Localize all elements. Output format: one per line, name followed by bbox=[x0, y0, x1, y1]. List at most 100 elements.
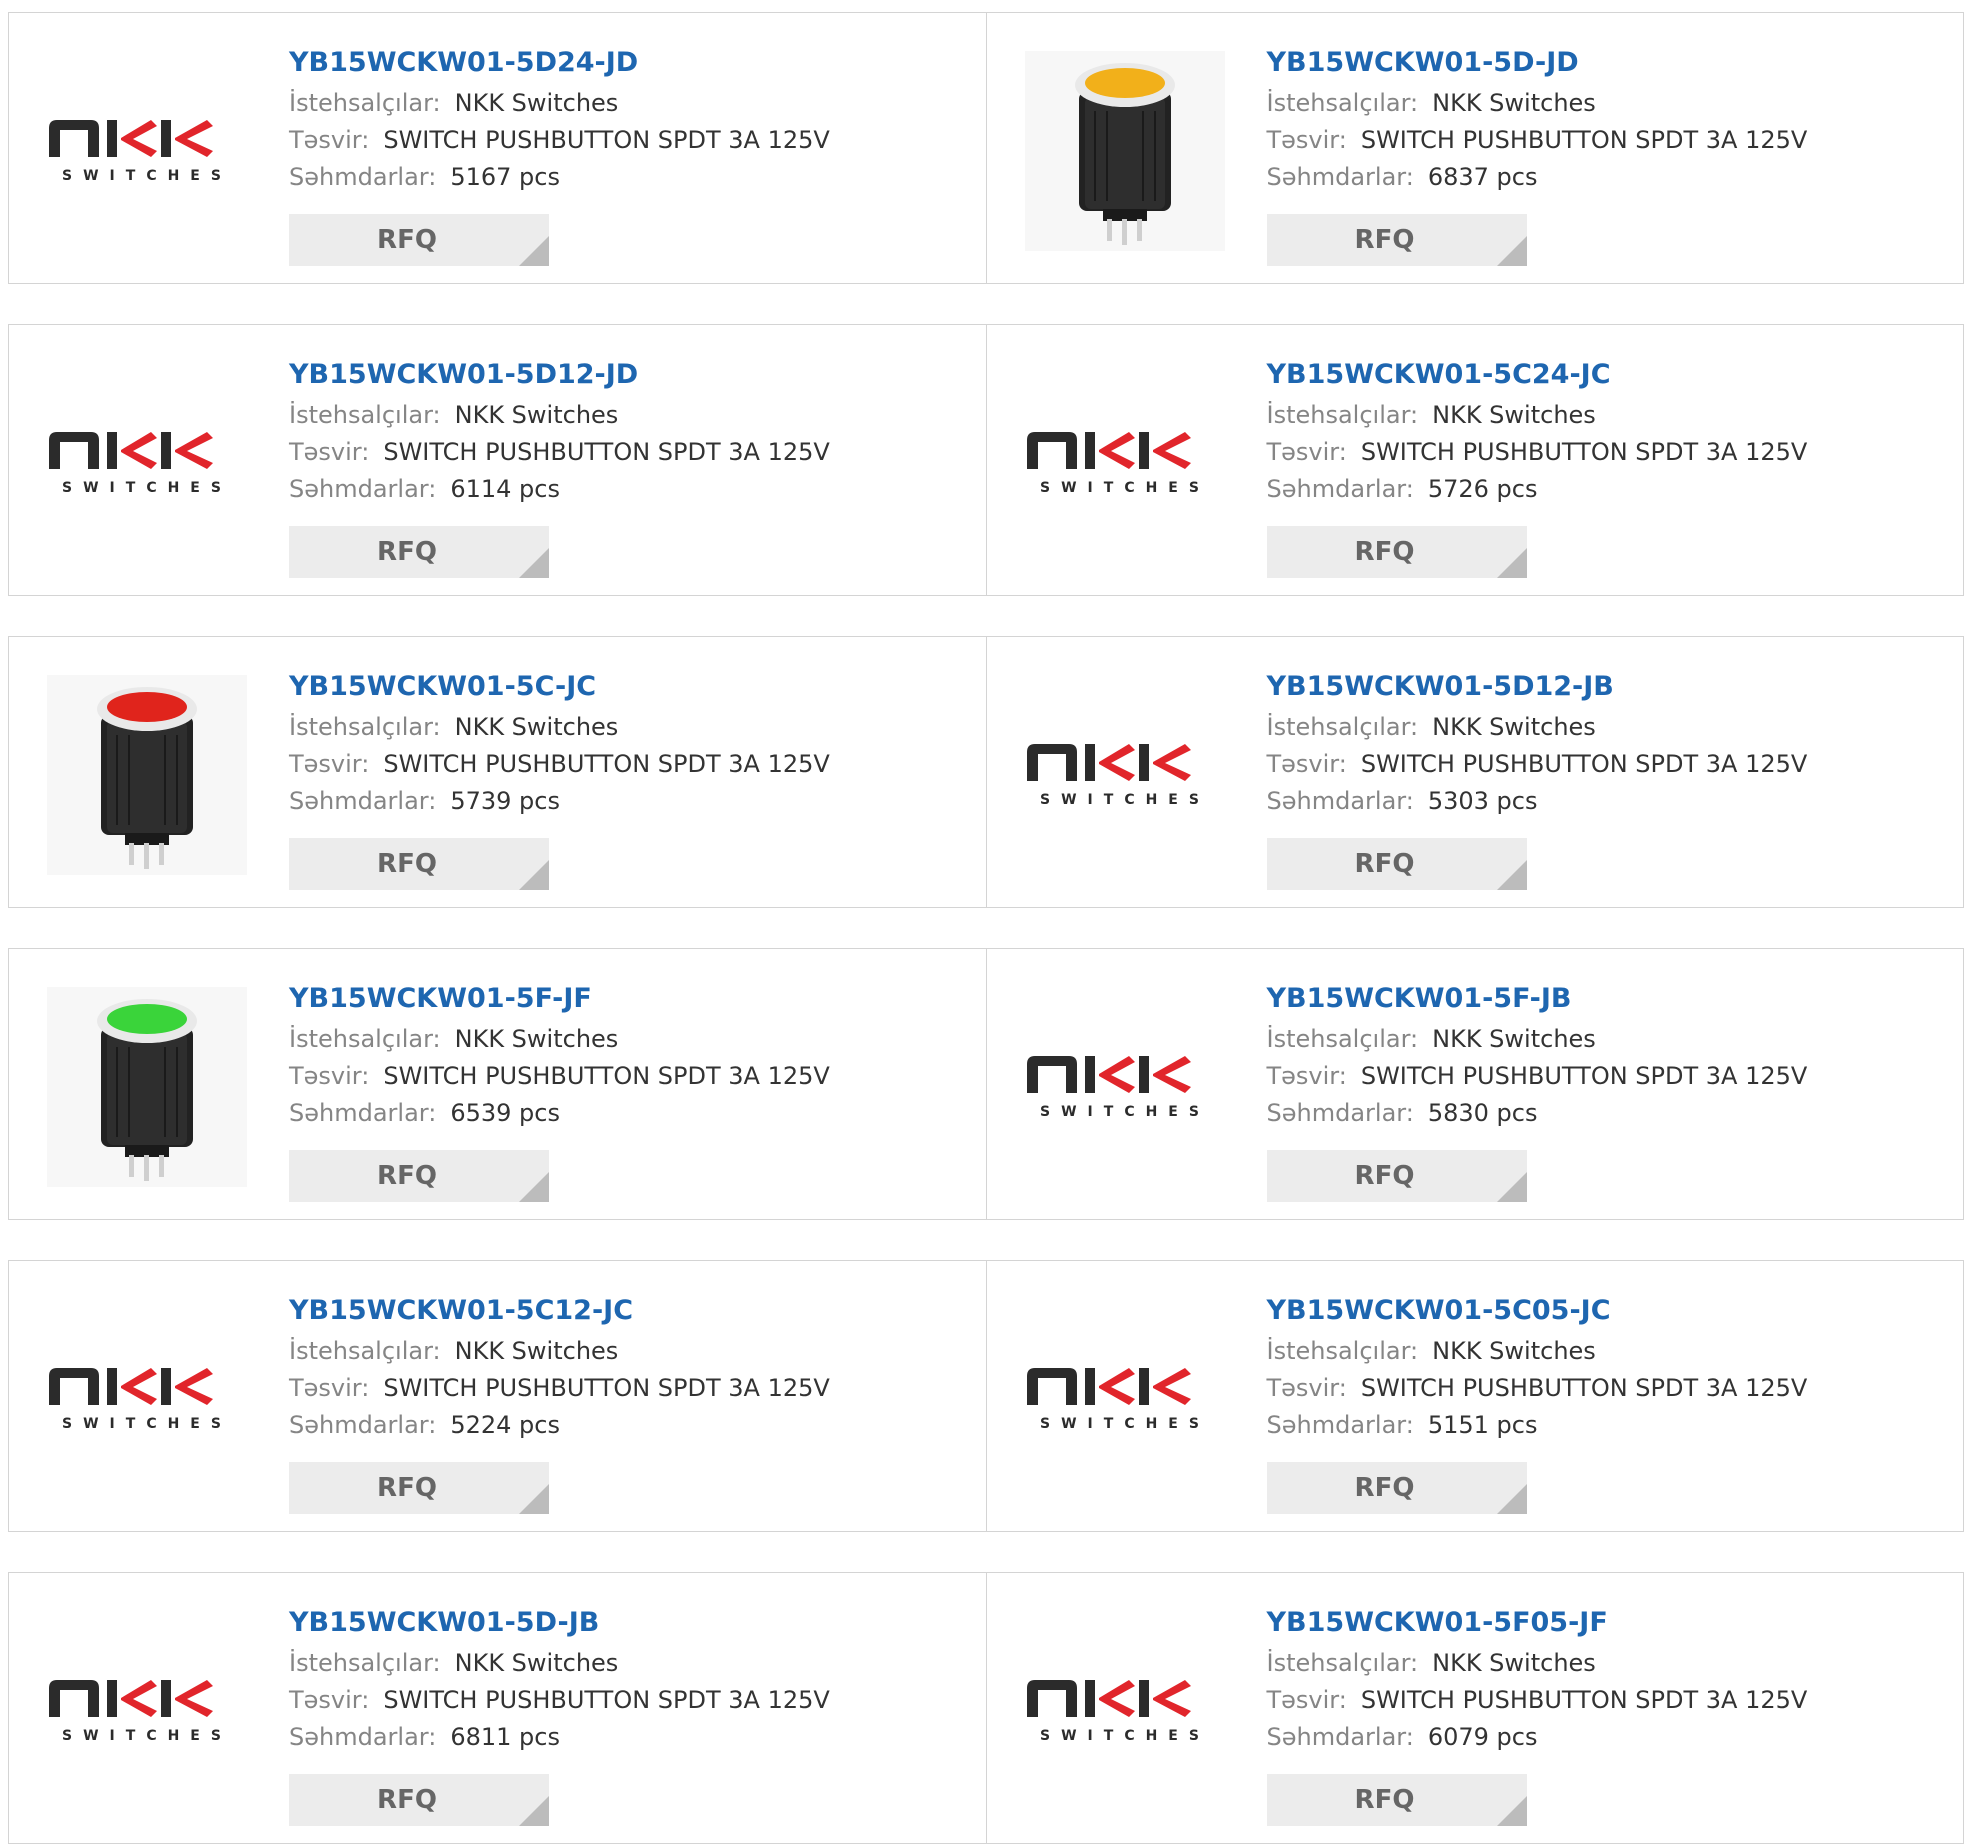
manufacturer-row: İstehsalçılar: NKK Switches bbox=[1267, 85, 1808, 122]
nkk-switches-logo[interactable]: SWITCHES bbox=[47, 51, 247, 251]
description-row: Təsvir: SWITCH PUSHBUTTON SPDT 3A 125V bbox=[1267, 122, 1808, 159]
product-card: YB15WCKW01-5D-JD İstehsalçılar: NKK Switc… bbox=[986, 12, 1964, 284]
product-card: SWITCHES YB15WCKW01-5F05-JF İstehsalçıla… bbox=[986, 1572, 1964, 1844]
product-part-number-link[interactable]: YB15WCKW01-5D-JB bbox=[289, 1601, 830, 1645]
product-row: SWITCHES YB15WCKW01-5D24-JD İstehsalçıla… bbox=[8, 12, 1964, 284]
corner-triangle-icon bbox=[1496, 548, 1527, 578]
product-part-number-link[interactable]: YB15WCKW01-5F05-JF bbox=[1267, 1601, 1808, 1645]
product-part-number-link[interactable]: YB15WCKW01-5C24-JC bbox=[1267, 353, 1808, 397]
description-row: Təsvir: SWITCH PUSHBUTTON SPDT 3A 125V bbox=[289, 1370, 830, 1407]
product-image[interactable] bbox=[47, 987, 247, 1187]
manufacturer-row: İstehsalçılar: NKK Switches bbox=[289, 85, 830, 122]
pushbutton-graphic bbox=[47, 987, 247, 1187]
description-value: SWITCH PUSHBUTTON SPDT 3A 125V bbox=[1360, 750, 1808, 778]
description-value: SWITCH PUSHBUTTON SPDT 3A 125V bbox=[1360, 438, 1808, 466]
product-part-number-link[interactable]: YB15WCKW01-5D12-JD bbox=[289, 353, 830, 397]
manufacturer-label: İstehsalçılar: bbox=[1266, 713, 1419, 741]
rfq-button[interactable]: RFQ bbox=[1266, 526, 1527, 578]
rfq-label: RFQ bbox=[1354, 225, 1415, 255]
product-part-number-link[interactable]: YB15WCKW01-5D12-JB bbox=[1267, 665, 1808, 709]
corner-triangle-icon bbox=[519, 1172, 549, 1202]
stock-row: Səhmdarlar: 6539 pcs bbox=[289, 1095, 830, 1132]
rfq-button[interactable]: RFQ bbox=[289, 1774, 549, 1826]
stock-row: Səhmdarlar: 6114 pcs bbox=[289, 471, 830, 508]
logo-subtitle: SWITCHES bbox=[1040, 1104, 1210, 1120]
corner-triangle-icon bbox=[1496, 860, 1527, 890]
product-image[interactable] bbox=[47, 675, 247, 875]
description-label: Təsvir: bbox=[1266, 750, 1347, 778]
product-image[interactable] bbox=[1024, 51, 1225, 251]
manufacturer-label: İstehsalçılar: bbox=[289, 1649, 441, 1677]
logo-subtitle: SWITCHES bbox=[62, 1416, 232, 1432]
manufacturer-row: İstehsalçılar: NKK Switches bbox=[1267, 1333, 1808, 1370]
stock-label: Səhmdarlar: bbox=[1266, 163, 1414, 191]
stock-row: Səhmdarlar: 5151 pcs bbox=[1267, 1407, 1808, 1444]
nkk-logo-graphic: SWITCHES bbox=[1026, 1056, 1210, 1120]
rfq-label: RFQ bbox=[1354, 537, 1415, 567]
rfq-button[interactable]: RFQ bbox=[289, 838, 549, 890]
manufacturer-value: NKK Switches bbox=[1432, 713, 1596, 741]
manufacturer-value: NKK Switches bbox=[454, 1649, 619, 1677]
nkk-switches-logo[interactable]: SWITCHES bbox=[1025, 675, 1225, 875]
product-part-number-link[interactable]: YB15WCKW01-5F-JF bbox=[289, 977, 830, 1021]
description-label: Təsvir: bbox=[289, 126, 370, 154]
corner-triangle-icon bbox=[1496, 1796, 1527, 1826]
product-part-number-link[interactable]: YB15WCKW01-5C12-JC bbox=[289, 1289, 830, 1333]
product-info: YB15WCKW01-5C24-JC İstehsalçılar: NKK Swi… bbox=[1267, 353, 1808, 508]
pushbutton-graphic bbox=[1024, 51, 1225, 251]
product-info: YB15WCKW01-5D-JD İstehsalçılar: NKK Switc… bbox=[1267, 41, 1808, 196]
product-part-number-link[interactable]: YB15WCKW01-5D-JD bbox=[1267, 41, 1808, 85]
product-part-number-link[interactable]: YB15WCKW01-5D24-JD bbox=[289, 41, 830, 85]
rfq-button[interactable]: RFQ bbox=[289, 214, 549, 266]
nkk-switches-logo[interactable]: SWITCHES bbox=[47, 1299, 247, 1499]
nkk-switches-logo[interactable]: SWITCHES bbox=[47, 363, 247, 563]
nkk-switches-logo[interactable]: SWITCHES bbox=[47, 1611, 247, 1811]
stock-value: 5167 pcs bbox=[450, 163, 560, 191]
nkk-switches-logo[interactable]: SWITCHES bbox=[1025, 363, 1225, 563]
rfq-button[interactable]: RFQ bbox=[1266, 1462, 1527, 1514]
product-part-number-link[interactable]: YB15WCKW01-5C-JC bbox=[289, 665, 830, 709]
product-info: YB15WCKW01-5C05-JC İstehsalçılar: NKK Swi… bbox=[1267, 1289, 1808, 1444]
stock-label: Səhmdarlar: bbox=[1266, 1099, 1414, 1127]
rfq-label: RFQ bbox=[377, 1785, 437, 1815]
stock-value: 5224 pcs bbox=[450, 1411, 560, 1439]
description-row: Təsvir: SWITCH PUSHBUTTON SPDT 3A 125V bbox=[289, 122, 830, 159]
stock-label: Səhmdarlar: bbox=[1266, 1723, 1414, 1751]
stock-label: Səhmdarlar: bbox=[1266, 475, 1414, 503]
description-label: Təsvir: bbox=[289, 1686, 370, 1714]
stock-value: 5726 pcs bbox=[1427, 475, 1538, 503]
manufacturer-row: İstehsalçılar: NKK Switches bbox=[1267, 709, 1808, 746]
stock-label: Səhmdarlar: bbox=[289, 1411, 437, 1439]
manufacturer-value: NKK Switches bbox=[1432, 1337, 1596, 1365]
stock-value: 6079 pcs bbox=[1427, 1723, 1538, 1751]
stock-label: Səhmdarlar: bbox=[289, 787, 437, 815]
nkk-switches-logo[interactable]: SWITCHES bbox=[1025, 1611, 1225, 1811]
rfq-button[interactable]: RFQ bbox=[1266, 1774, 1527, 1826]
rfq-button[interactable]: RFQ bbox=[289, 526, 549, 578]
rfq-button[interactable]: RFQ bbox=[1266, 1150, 1527, 1202]
description-row: Təsvir: SWITCH PUSHBUTTON SPDT 3A 125V bbox=[289, 434, 830, 471]
manufacturer-value: NKK Switches bbox=[1432, 1025, 1596, 1053]
product-card: YB15WCKW01-5F-JF İstehsalçılar: NKK Switc… bbox=[8, 948, 987, 1220]
description-value: SWITCH PUSHBUTTON SPDT 3A 125V bbox=[1360, 1374, 1808, 1402]
rfq-button[interactable]: RFQ bbox=[1266, 214, 1527, 266]
description-label: Təsvir: bbox=[1266, 126, 1347, 154]
rfq-button[interactable]: RFQ bbox=[1266, 838, 1527, 890]
nkk-switches-logo[interactable]: SWITCHES bbox=[1025, 987, 1225, 1187]
logo-subtitle: SWITCHES bbox=[1040, 480, 1210, 496]
product-card: SWITCHES YB15WCKW01-5D24-JD İstehsalçıla… bbox=[8, 12, 987, 284]
corner-triangle-icon bbox=[519, 1796, 549, 1826]
product-part-number-link[interactable]: YB15WCKW01-5F-JB bbox=[1267, 977, 1808, 1021]
nkk-switches-logo[interactable]: SWITCHES bbox=[1025, 1299, 1225, 1499]
rfq-button[interactable]: RFQ bbox=[289, 1150, 549, 1202]
stock-row: Səhmdarlar: 5726 pcs bbox=[1267, 471, 1808, 508]
description-label: Təsvir: bbox=[1266, 1686, 1347, 1714]
product-card: SWITCHES YB15WCKW01-5C05-JC İstehsalçıla… bbox=[986, 1260, 1964, 1532]
product-info: YB15WCKW01-5D-JB İstehsalçılar: NKK Switc… bbox=[289, 1601, 830, 1756]
rfq-button[interactable]: RFQ bbox=[289, 1462, 549, 1514]
description-label: Təsvir: bbox=[289, 1062, 370, 1090]
product-part-number-link[interactable]: YB15WCKW01-5C05-JC bbox=[1267, 1289, 1808, 1333]
manufacturer-row: İstehsalçılar: NKK Switches bbox=[289, 709, 830, 746]
logo-subtitle: SWITCHES bbox=[62, 1728, 232, 1744]
product-card: SWITCHES YB15WCKW01-5F-JB İstehsalçılar:… bbox=[986, 948, 1964, 1220]
